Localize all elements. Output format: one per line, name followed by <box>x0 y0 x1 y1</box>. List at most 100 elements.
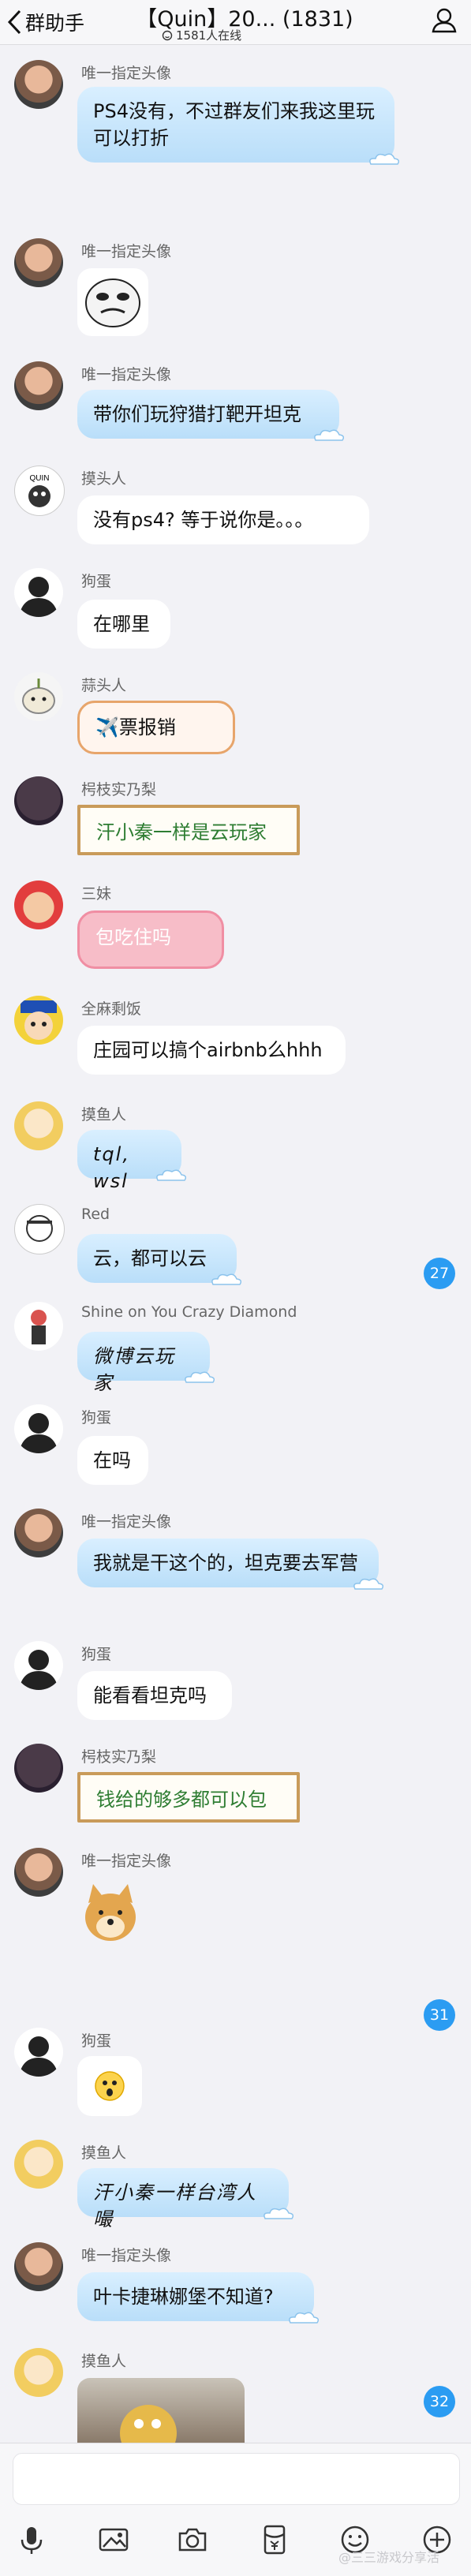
avatar[interactable] <box>14 1509 63 1557</box>
message-bubble[interactable]: 微博云玩家 <box>77 1332 215 1394</box>
watermark: @三三游戏分享活 <box>338 2550 439 2565</box>
message-bubble[interactable]: 叶卡捷琳娜堡不知道? <box>77 2272 319 2324</box>
message-text: PS4没有，不过群友们来我这里玩可以打折 <box>93 100 375 149</box>
group-members-icon[interactable] <box>430 6 458 35</box>
avatar[interactable] <box>14 1848 63 1897</box>
avatar[interactable] <box>14 238 63 287</box>
cloud-decoration-icon <box>289 2312 319 2324</box>
avatar[interactable] <box>14 568 63 617</box>
avatar[interactable] <box>14 2348 63 2397</box>
shocked-face-icon <box>95 2071 125 2101</box>
avatar[interactable] <box>14 1204 65 1254</box>
message-bubble[interactable]: 汗小秦一样是云玩家 <box>77 805 300 855</box>
message-bubble[interactable]: 庄园可以搞个airbnb么hhh <box>77 1026 346 1075</box>
cloud-decoration-icon <box>264 2208 293 2219</box>
sticker-shocked-emoji[interactable] <box>77 2056 142 2116</box>
message-text: 庄园可以搞个airbnb么hhh <box>93 1039 323 1061</box>
back-button[interactable]: 群助手 <box>6 6 84 38</box>
unread-count-badge[interactable]: 27 <box>424 1258 455 1289</box>
avatar[interactable] <box>14 2242 63 2291</box>
sender-name: 唯一指定头像 <box>81 1513 172 1531</box>
avatar[interactable] <box>14 2028 63 2077</box>
silhouette-avatar-icon <box>19 1650 58 1690</box>
sender-name: 唯一指定头像 <box>81 366 172 383</box>
avatar[interactable] <box>14 996 63 1045</box>
message-text: ✈️票报销 <box>95 716 176 738</box>
message-text: 叶卡捷琳娜堡不知道? <box>93 2286 274 2308</box>
cloud-decoration-icon <box>369 153 399 165</box>
message-bubble[interactable]: 钱给的够多都可以包 <box>77 1772 300 1823</box>
message-bubble[interactable]: 带你们玩狩猎打靶开坦克 <box>77 390 344 441</box>
cloud-decoration-icon <box>314 429 344 441</box>
message-input[interactable] <box>13 2453 460 2505</box>
message-bubble[interactable]: 没有ps4? 等于说你是。。。 <box>77 495 369 544</box>
avatar[interactable] <box>14 880 63 929</box>
chat-header: 群助手 【Quin】20... (1831) 1581人在线 <box>0 0 471 45</box>
sender-name: 狗蛋 <box>81 1646 112 1663</box>
message-bubble[interactable]: 能看看坦克吗 <box>77 1671 232 1720</box>
message-bubble[interactable]: 汗小秦一样台湾人嘬 <box>77 2168 293 2230</box>
cartoon-boy-avatar-icon <box>21 1000 57 1040</box>
avatar[interactable] <box>14 60 63 109</box>
sender-name: 唯一指定头像 <box>81 2247 172 2264</box>
chevron-left-icon <box>7 9 21 35</box>
figure-avatar-icon <box>31 1310 47 1344</box>
doge-icon <box>85 1884 136 1941</box>
message-bubble[interactable]: 我就是干这个的，坦克要去军营 <box>77 1538 383 1590</box>
message-text: 带你们玩狩猎打靶开坦克 <box>93 403 301 425</box>
sender-name: 唯一指定头像 <box>81 65 172 82</box>
message-text: 包吃住吗 <box>95 926 171 948</box>
cloud-decoration-icon <box>211 1273 241 1285</box>
cartoon-image-icon <box>120 2405 177 2443</box>
sticker-doge[interactable] <box>77 1879 144 1947</box>
sender-name: Red <box>81 1206 110 1223</box>
sender-name: 唯一指定头像 <box>81 1853 172 1870</box>
sender-name: 摸头人 <box>81 470 127 488</box>
avatar[interactable] <box>14 1744 63 1793</box>
unread-count-badge[interactable]: 31 <box>424 1999 455 2031</box>
message-bubble[interactable]: ✈️票报销 <box>77 701 235 754</box>
sticker-panda-face[interactable] <box>77 268 148 336</box>
back-label: 群助手 <box>25 12 85 35</box>
avatar[interactable] <box>14 1302 63 1351</box>
avatar[interactable] <box>14 672 63 721</box>
message-text: 汗小秦一样是云玩家 <box>96 821 267 843</box>
message-text: 微博云玩家 <box>93 1345 175 1394</box>
image-message[interactable] <box>77 2378 245 2443</box>
message-bubble[interactable]: 云，都可以云 <box>77 1234 241 1285</box>
message-bubble[interactable]: PS4没有，不过群友们来我这里玩可以打折 <box>77 87 399 165</box>
message-bubble[interactable]: 在哪里 <box>77 600 170 649</box>
silhouette-avatar-icon <box>19 1413 58 1453</box>
red-packet-icon[interactable] <box>257 2522 292 2557</box>
silhouette-avatar-icon <box>19 2036 58 2077</box>
message-bubble[interactable]: tql, wsl <box>77 1130 186 1192</box>
message-text: 汗小秦一样台湾人嘬 <box>93 2182 257 2230</box>
avatar[interactable] <box>14 361 63 410</box>
online-count: 1581人在线 <box>176 28 242 43</box>
avatar[interactable] <box>14 2140 63 2189</box>
avatar[interactable]: QUIN <box>14 465 65 516</box>
sender-name: 枵枝实乃梨 <box>81 1748 157 1766</box>
sender-name: 狗蛋 <box>81 2032 112 2050</box>
message-bubble[interactable]: 在吗 <box>77 1436 148 1485</box>
microphone-icon[interactable] <box>14 2522 49 2557</box>
sender-name: 三妹 <box>81 885 112 903</box>
avatar[interactable] <box>14 1101 63 1150</box>
avatar[interactable] <box>14 776 63 825</box>
sender-name: 摸鱼人 <box>81 1106 127 1123</box>
camera-icon[interactable] <box>175 2522 210 2557</box>
avatar[interactable] <box>14 1404 63 1453</box>
silhouette-avatar-icon <box>19 577 58 617</box>
message-text: 云，都可以云 <box>93 1247 207 1269</box>
cloud-decoration-icon <box>353 1578 383 1590</box>
sender-name: 狗蛋 <box>81 1409 112 1426</box>
sender-name: 狗蛋 <box>81 573 112 590</box>
photo-icon[interactable] <box>96 2522 131 2557</box>
cloud-decoration-icon <box>156 1169 186 1181</box>
message-text: 在吗 <box>93 1449 131 1471</box>
sender-name: 全麻剩饭 <box>81 1000 142 1018</box>
avatar[interactable] <box>14 1641 63 1690</box>
unread-count-badge[interactable]: 32 <box>424 2386 455 2417</box>
message-bubble[interactable]: 包吃住吗 <box>77 910 224 969</box>
panda-face-icon <box>85 279 140 327</box>
